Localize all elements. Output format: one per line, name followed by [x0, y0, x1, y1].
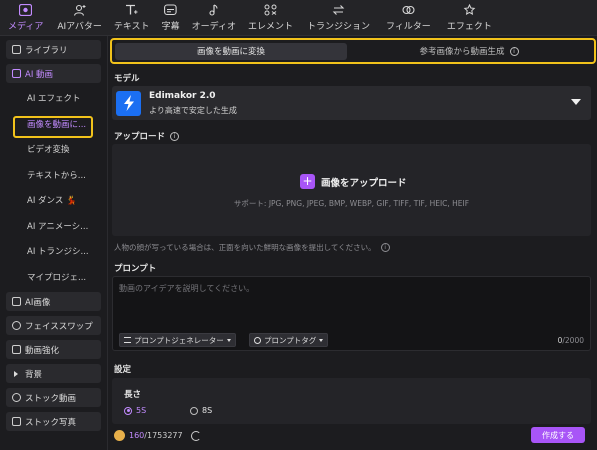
sidebar-item-background[interactable]: 背景	[6, 364, 101, 383]
model-name: Edimakor 2.0	[149, 90, 216, 101]
char-counter: 0/2000	[557, 336, 584, 345]
sidebar-item-library[interactable]: ライブラリ	[6, 40, 101, 59]
sidebar-sub-my-projects[interactable]: マイプロジェ...	[6, 267, 101, 287]
mode-tabs: 画像を動画に変換 参考画像から動画生成 i	[110, 38, 596, 64]
refresh-icon[interactable]	[190, 430, 201, 441]
toolbar-effect[interactable]: エフェクト	[439, 0, 500, 35]
sidebar-sub-ai-dance[interactable]: AI ダンス 💃	[6, 190, 101, 210]
info-icon[interactable]: i	[170, 131, 180, 141]
sidebar-sub-ai-animation[interactable]: AI アニメーシ...	[6, 216, 101, 236]
upload-image-button[interactable]: + 画像をアップロード	[300, 174, 407, 189]
footer-bar: 160 /1753277 作成する	[108, 424, 597, 450]
prompt-input[interactable]: 動画のアイデアを説明してください。 プロンプトジェネレーター プロンプトタグ 0…	[112, 276, 591, 351]
prompt-placeholder: 動画のアイデアを説明してください。	[119, 284, 255, 293]
toolbar-ai-avatar[interactable]: AIアバター	[51, 0, 107, 35]
sidebar: ライブラリ AI 動画 AI エフェクト 画像を動画に... ビデオ変換 テキス…	[0, 36, 108, 450]
enhance-icon	[12, 345, 21, 354]
toolbar-media[interactable]: メディア	[0, 0, 51, 35]
subtitle-icon	[164, 4, 178, 17]
face-notice: 人物の顔が写っている場合は、正面を向いた鮮明な画像を提出してください。 i	[114, 242, 390, 253]
text-icon	[125, 4, 139, 17]
prompt-generator-icon	[124, 337, 131, 343]
filter-icon	[401, 4, 415, 17]
sidebar-item-stock-video[interactable]: ストック動画	[6, 388, 101, 407]
prompt-label: プロンプト	[114, 264, 157, 274]
toolbar-transition[interactable]: トランジション	[299, 0, 378, 35]
sidebar-item-stock-photo[interactable]: ストック写真	[6, 412, 101, 431]
tag-icon	[254, 336, 261, 344]
create-button[interactable]: 作成する	[531, 427, 585, 443]
chevron-right-icon	[14, 370, 18, 377]
length-5s-radio[interactable]: 5S	[124, 406, 146, 415]
toolbar-audio[interactable]: オーディオ	[186, 0, 242, 35]
sidebar-sub-ai-transition[interactable]: AI トランジシ...	[6, 241, 101, 261]
radio-dot	[190, 406, 198, 415]
caret-down-icon	[319, 338, 324, 342]
credits-display: 160 /1753277	[114, 430, 201, 441]
top-toolbar: メディア AIアバター テキスト 字幕 オーディオ エレメント トランジション …	[0, 0, 597, 36]
folder-icon	[12, 45, 21, 54]
media-icon	[19, 4, 33, 17]
coin-icon	[114, 430, 125, 441]
prompt-generator-dropdown[interactable]: プロンプトジェネレーター	[119, 333, 236, 347]
plus-icon: +	[300, 174, 315, 189]
model-description: より高速で安定した生成	[149, 105, 237, 115]
upload-label-row: アップロード i	[114, 130, 180, 142]
image-icon	[12, 297, 21, 306]
prompt-tags-dropdown[interactable]: プロンプトタグ	[249, 333, 329, 347]
radio-dot	[124, 406, 132, 415]
face-swap-icon	[12, 321, 21, 330]
sidebar-item-video-enhance[interactable]: 動画強化	[6, 340, 101, 359]
upload-dropzone[interactable]: + 画像をアップロード サポート: JPG, PNG, JPEG, BMP, W…	[112, 144, 591, 236]
transition-icon	[331, 4, 345, 17]
toolbar-text[interactable]: テキスト	[108, 0, 156, 35]
sidebar-sub-video-convert[interactable]: ビデオ変換	[6, 139, 101, 159]
ai-video-icon	[12, 69, 21, 78]
length-8s-radio[interactable]: 8S	[190, 406, 212, 415]
edimakor-logo-icon	[116, 90, 141, 116]
model-label: モデル	[114, 74, 140, 84]
toolbar-subtitle[interactable]: 字幕	[156, 0, 186, 35]
element-icon	[263, 4, 277, 17]
settings-label: 設定	[114, 365, 132, 375]
tab-image-to-video[interactable]: 画像を動画に変換	[115, 42, 347, 60]
ai-avatar-icon	[73, 4, 87, 17]
toolbar-element[interactable]: エレメント	[242, 0, 299, 35]
length-label: 長さ	[124, 390, 142, 400]
sidebar-item-ai-video[interactable]: AI 動画	[6, 64, 101, 83]
sidebar-sub-ai-effect[interactable]: AI エフェクト	[6, 88, 101, 108]
settings-panel: 長さ 5S 8S	[112, 378, 591, 424]
main-panel: 画像を動画に変換 参考画像から動画生成 i モデル Edimakor 2.0 よ…	[108, 36, 597, 450]
audio-icon	[207, 4, 221, 17]
supported-formats: サポート: JPG, PNG, JPEG, BMP, WEBP, GIF, TI…	[233, 199, 470, 208]
info-icon[interactable]: i	[380, 243, 390, 252]
info-icon[interactable]: i	[509, 46, 519, 56]
effect-icon	[462, 4, 476, 17]
caret-down-icon	[226, 338, 231, 342]
sidebar-sub-image-to-video[interactable]: 画像を動画に...	[6, 114, 101, 134]
chevron-down-icon[interactable]	[571, 99, 581, 105]
tab-reference-image-video[interactable]: 参考画像から動画生成 i	[347, 43, 591, 60]
play-icon	[12, 393, 21, 402]
sidebar-sub-text-to-video[interactable]: テキストから...	[6, 165, 101, 185]
toolbar-filter[interactable]: フィルター	[378, 0, 439, 35]
model-select[interactable]: Edimakor 2.0 より高速で安定した生成	[112, 86, 591, 120]
sidebar-item-ai-image[interactable]: AI画像	[6, 292, 101, 311]
sidebar-item-face-swap[interactable]: フェイススワップ	[6, 316, 101, 335]
photo-icon	[12, 417, 21, 426]
